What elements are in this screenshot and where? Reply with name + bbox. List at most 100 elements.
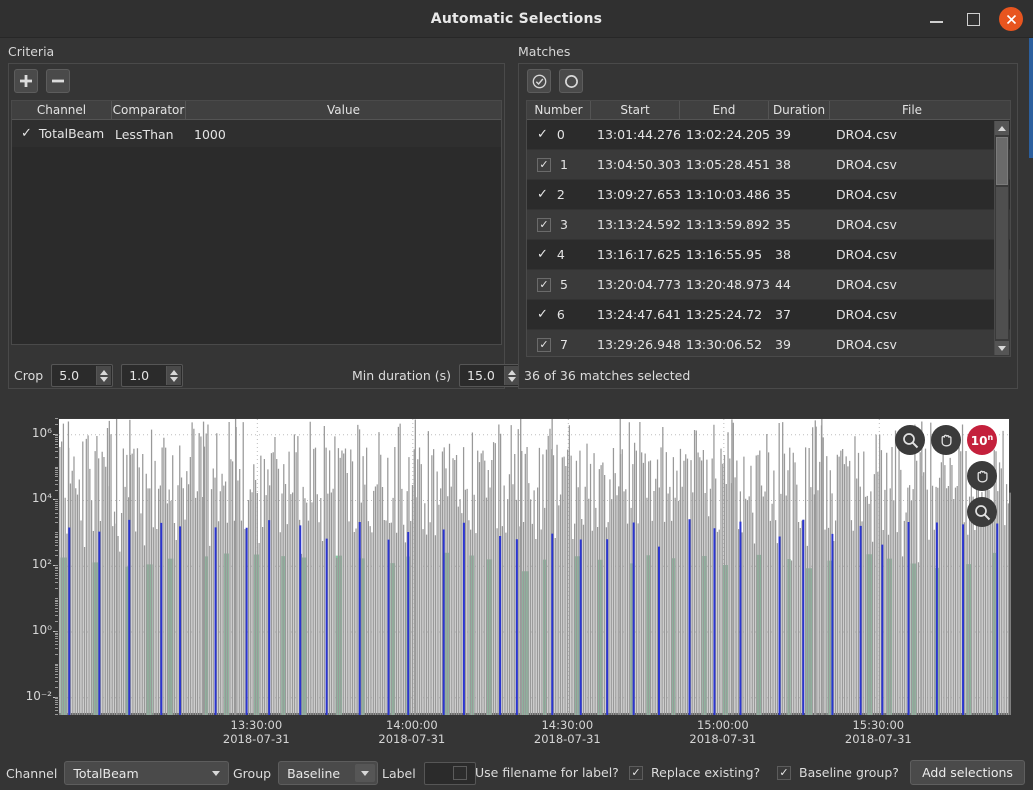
chart-log-scale-button[interactable]: 10n bbox=[967, 425, 997, 455]
scroll-up-icon bbox=[998, 125, 1006, 131]
spinner-down-icon[interactable] bbox=[508, 376, 516, 382]
match-number-cell[interactable]: ✓ 1 bbox=[527, 157, 591, 172]
chart-y-minor-tick bbox=[55, 506, 58, 508]
group-select[interactable]: Baseline bbox=[278, 761, 379, 785]
table-row[interactable]: ✓ 4 13:16:17.625 13:16:55.95 38 DRO4.csv bbox=[527, 240, 1010, 270]
match-number-cell[interactable]: ✓ 5 bbox=[527, 277, 591, 292]
channel-select[interactable]: TotalBeam bbox=[64, 761, 230, 785]
minimize-button[interactable] bbox=[927, 9, 947, 29]
maximize-button[interactable] bbox=[963, 9, 983, 29]
min-duration-arrows[interactable] bbox=[504, 366, 519, 385]
table-row[interactable]: ✓ 0 13:01:44.276 13:02:24.205 39 DRO4.csv bbox=[527, 120, 1010, 150]
chart-pan-tool-secondary-button[interactable] bbox=[967, 461, 997, 491]
match-end-cell: 13:10:03.486 bbox=[686, 187, 769, 202]
table-row[interactable]: ✓ 1 13:04:50.303 13:05:28.451 38 DRO4.csv bbox=[527, 150, 1010, 180]
spinner-up-icon[interactable] bbox=[170, 369, 179, 375]
min-duration-spinbox[interactable]: 15.0 bbox=[459, 364, 521, 387]
match-row-checkbox[interactable]: ✓ bbox=[537, 188, 548, 201]
matches-column-start[interactable]: Start bbox=[591, 101, 680, 119]
criteria-toolbar bbox=[14, 69, 70, 93]
replace-existing-checkbox-group[interactable]: ✓ Replace existing? bbox=[629, 765, 760, 780]
match-number-text: 5 bbox=[560, 277, 568, 292]
add-selections-button[interactable]: Add selections bbox=[910, 760, 1025, 785]
match-number-cell[interactable]: ✓ 4 bbox=[527, 247, 591, 262]
chart-x-tick-label: 14:00:00 2018-07-31 bbox=[357, 718, 467, 746]
chart-y-tick-label: 10⁴ bbox=[31, 491, 52, 506]
group-select-arrow[interactable] bbox=[355, 764, 376, 782]
criteria-row[interactable]: ✓ TotalBeam LessThan 1000 bbox=[12, 120, 501, 147]
channel-select-arrow[interactable] bbox=[206, 764, 226, 782]
match-number-cell[interactable]: ✓ 0 bbox=[527, 127, 591, 142]
criteria-table[interactable]: Channel Comparator Value ✓ TotalBeam Les… bbox=[11, 100, 502, 345]
remove-criterion-button[interactable] bbox=[46, 69, 70, 93]
replace-existing-checkbox[interactable]: ✓ bbox=[629, 765, 643, 780]
match-row-checkbox[interactable]: ✓ bbox=[537, 248, 548, 261]
matches-column-duration[interactable]: Duration bbox=[769, 101, 830, 119]
match-number-cell[interactable]: ✓ 3 bbox=[527, 217, 591, 232]
chart-plot-area[interactable]: 10n bbox=[58, 418, 1011, 715]
chart-zoom-tool-secondary-button[interactable] bbox=[967, 497, 997, 527]
table-row[interactable]: ✓ 3 13:13:24.592 13:13:59.892 35 DRO4.csv bbox=[527, 210, 1010, 240]
match-row-checkbox[interactable]: ✓ bbox=[537, 157, 551, 172]
scrollbar-down-button[interactable] bbox=[995, 341, 1009, 355]
close-button[interactable] bbox=[999, 7, 1023, 31]
chart-x-tick-time: 14:00:00 bbox=[385, 718, 438, 732]
chart-y-minor-tick bbox=[55, 555, 58, 557]
scrollbar-up-button[interactable] bbox=[995, 121, 1009, 135]
criteria-column-channel[interactable]: Channel bbox=[12, 101, 112, 119]
matches-column-file[interactable]: File bbox=[830, 101, 994, 119]
crop-value-2-spinbox[interactable]: 1.0 bbox=[121, 364, 184, 387]
chart-zoom-tool-button[interactable] bbox=[895, 425, 925, 455]
crop-value-1-spinbox[interactable]: 5.0 bbox=[51, 364, 114, 387]
spinner-down-icon[interactable] bbox=[170, 376, 179, 382]
group-label: Group bbox=[233, 765, 272, 781]
chart-y-minor-tick bbox=[55, 696, 58, 698]
matches-column-number[interactable]: Number bbox=[527, 101, 591, 119]
matches-column-end[interactable]: End bbox=[680, 101, 769, 119]
spinner-down-icon[interactable] bbox=[100, 376, 109, 382]
criteria-cell-value[interactable]: 1000 bbox=[186, 124, 501, 143]
criteria-column-value[interactable]: Value bbox=[186, 101, 501, 119]
table-row[interactable]: ✓ 7 13:29:26.948 13:30:06.52 39 DRO4.csv bbox=[527, 330, 1010, 356]
match-row-checkbox[interactable]: ✓ bbox=[537, 217, 551, 232]
spinner-up-icon[interactable] bbox=[100, 369, 109, 375]
matches-table[interactable]: Number Start End Duration File ✓ 0 13:01:4… bbox=[526, 100, 1011, 357]
use-filename-checkbox[interactable] bbox=[453, 765, 467, 780]
chart-x-tick-time: 15:00:00 bbox=[696, 718, 749, 732]
chart-y-tick-label: 10² bbox=[31, 557, 52, 572]
criteria-cell-comparator[interactable]: LessThan bbox=[112, 124, 186, 143]
matches-table-header: Number Start End Duration File bbox=[527, 101, 1010, 120]
crop-value-2-arrows[interactable] bbox=[166, 366, 182, 385]
minus-icon bbox=[52, 79, 64, 83]
match-number-cell[interactable]: ✓ 7 bbox=[527, 337, 591, 352]
match-file-cell: DRO4.csv bbox=[836, 307, 897, 322]
criteria-row-checkmark-icon[interactable]: ✓ bbox=[21, 127, 32, 140]
criteria-cell-channel[interactable]: ✓ TotalBeam bbox=[12, 126, 112, 141]
plus-icon bbox=[20, 75, 32, 87]
min-duration-label: Min duration (s) bbox=[352, 368, 451, 383]
deselect-all-matches-button[interactable] bbox=[559, 69, 583, 93]
spinner-up-icon[interactable] bbox=[508, 369, 516, 375]
chart-x-tick-label: 15:00:00 2018-07-31 bbox=[668, 718, 778, 746]
use-filename-checkbox-group[interactable]: Use filename for label? bbox=[453, 765, 619, 780]
baseline-group-checkbox-group[interactable]: ✓ Baseline group? bbox=[777, 765, 899, 780]
table-row[interactable]: ✓ 5 13:20:04.773 13:20:48.973 44 DRO4.csv bbox=[527, 270, 1010, 300]
chart-pan-tool-button[interactable] bbox=[931, 425, 961, 455]
table-row[interactable]: ✓ 6 13:24:47.641 13:25:24.72 37 DRO4.csv bbox=[527, 300, 1010, 330]
match-row-checkbox[interactable]: ✓ bbox=[537, 128, 548, 141]
baseline-group-checkbox[interactable]: ✓ bbox=[777, 765, 791, 780]
add-criterion-button[interactable] bbox=[14, 69, 38, 93]
table-row[interactable]: ✓ 2 13:09:27.653 13:10:03.486 35 DRO4.csv bbox=[527, 180, 1010, 210]
criteria-column-comparator[interactable]: Comparator bbox=[112, 101, 186, 119]
scrollbar-track[interactable] bbox=[996, 187, 1008, 339]
scrollbar-thumb[interactable] bbox=[996, 137, 1008, 185]
crop-value-1-arrows[interactable] bbox=[96, 366, 112, 385]
match-row-checkbox[interactable]: ✓ bbox=[537, 337, 551, 352]
match-row-checkbox[interactable]: ✓ bbox=[537, 308, 548, 321]
match-number-cell[interactable]: ✓ 6 bbox=[527, 307, 591, 322]
chart-y-minor-tick bbox=[55, 532, 58, 534]
match-number-cell[interactable]: ✓ 2 bbox=[527, 187, 591, 202]
select-all-matches-button[interactable] bbox=[527, 69, 551, 93]
matches-scrollbar[interactable] bbox=[994, 121, 1009, 355]
match-row-checkbox[interactable]: ✓ bbox=[537, 277, 551, 292]
